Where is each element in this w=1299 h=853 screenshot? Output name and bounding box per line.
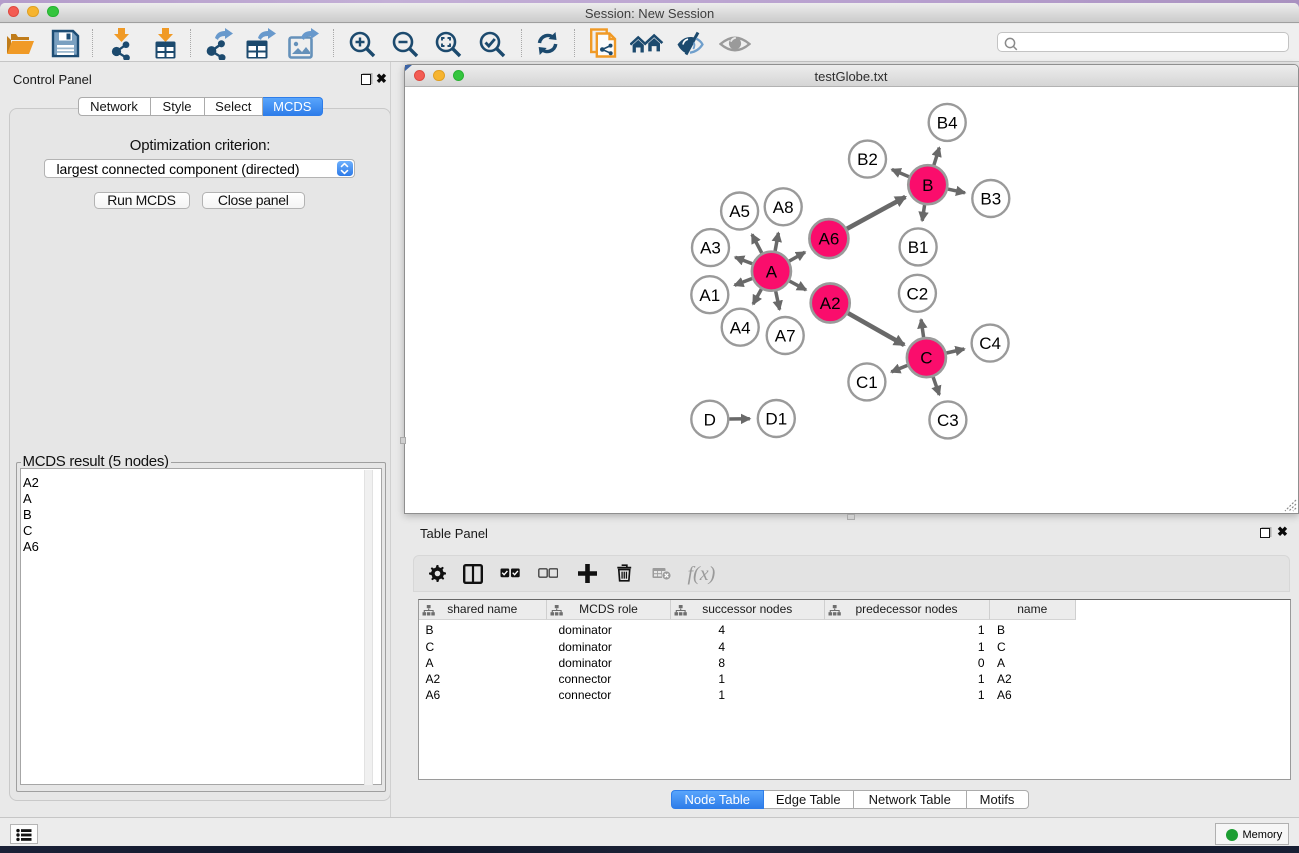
svg-text:C1: C1 [856, 373, 878, 392]
svg-text:A1: A1 [699, 286, 720, 305]
svg-text:B: B [922, 176, 933, 195]
svg-text:A5: A5 [729, 202, 750, 221]
svg-text:D1: D1 [765, 410, 787, 429]
svg-text:B2: B2 [857, 150, 878, 169]
svg-text:A4: A4 [730, 318, 751, 337]
svg-text:A7: A7 [775, 327, 796, 346]
svg-text:C2: C2 [907, 284, 929, 303]
svg-text:B3: B3 [980, 190, 1001, 209]
svg-text:B1: B1 [908, 238, 929, 257]
svg-text:A8: A8 [773, 198, 794, 217]
svg-text:B4: B4 [937, 114, 958, 133]
svg-text:A2: A2 [820, 294, 841, 313]
svg-text:C4: C4 [979, 334, 1001, 353]
svg-text:A3: A3 [700, 239, 721, 258]
svg-text:C3: C3 [937, 411, 959, 430]
svg-text:C: C [920, 349, 932, 368]
svg-text:D: D [704, 410, 716, 429]
svg-text:A6: A6 [819, 230, 840, 249]
svg-text:A: A [766, 262, 778, 281]
